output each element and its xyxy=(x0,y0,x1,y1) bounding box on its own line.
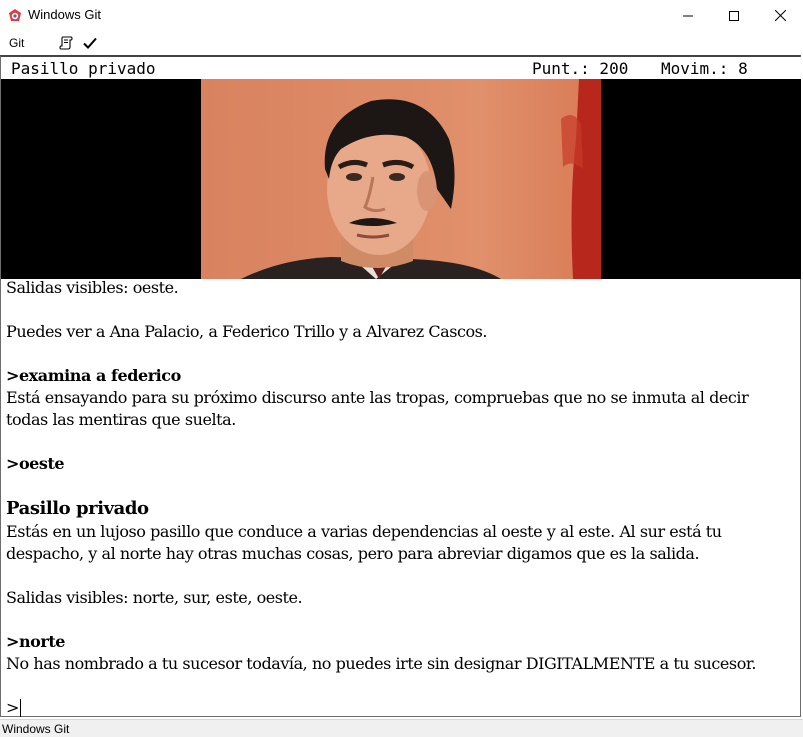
script-icon[interactable] xyxy=(58,35,74,51)
status-room: Pasillo privado xyxy=(11,59,156,78)
app-icon xyxy=(9,9,21,21)
prompt-symbol: > xyxy=(6,698,19,717)
command-input[interactable]: > xyxy=(6,697,796,717)
exits-partial-text: Salidas visibles: oeste. xyxy=(6,278,179,297)
command-north: >norte xyxy=(6,632,66,651)
exits-full-text: Salidas visibles: norte, sur, este, oest… xyxy=(6,588,303,607)
status-moves: Movim.: 8 xyxy=(661,59,748,78)
status-bar-text: Windows Git xyxy=(2,722,70,736)
checkmark-icon[interactable] xyxy=(82,35,98,51)
examine-response-line-1: Está ensayando para su próximo discurso … xyxy=(6,388,749,407)
status-score: Punt.: 200 xyxy=(532,59,629,78)
examine-response-line-2: todas las mentiras que suelta. xyxy=(6,410,236,429)
minimize-button[interactable] xyxy=(665,0,711,31)
north-response: No has nombrado a tu sucesor todavía, no… xyxy=(6,654,756,673)
title-bar: Windows Git xyxy=(0,0,803,31)
game-transcript: Salidas visibles: oeste. Puedes ver a An… xyxy=(6,277,796,717)
room-description-line-1: Estás en un lujoso pasillo que conduce a… xyxy=(6,522,722,541)
command-examine: >examina a federico xyxy=(6,366,181,385)
minimize-icon xyxy=(683,15,693,16)
close-button[interactable] xyxy=(757,0,803,31)
menu-bar: Git xyxy=(0,31,803,55)
people-text: Puedes ver a Ana Palacio, a Federico Tri… xyxy=(6,322,488,341)
menu-git[interactable]: Git xyxy=(9,36,24,50)
room-title: Pasillo privado xyxy=(6,498,149,519)
maximize-button[interactable] xyxy=(711,0,757,31)
window-title: Windows Git xyxy=(28,7,101,22)
command-west: >oeste xyxy=(6,454,65,473)
text-caret xyxy=(19,698,22,717)
room-description-line-2: despacho, y al norte hay otras muchas co… xyxy=(6,544,700,563)
status-bar: Windows Git xyxy=(0,719,803,737)
maximize-icon xyxy=(729,10,739,21)
status-line: Pasillo privado Punt.: 200 Movim.: 8 xyxy=(1,57,801,79)
close-icon xyxy=(774,10,786,21)
portrait-photo xyxy=(201,79,601,279)
